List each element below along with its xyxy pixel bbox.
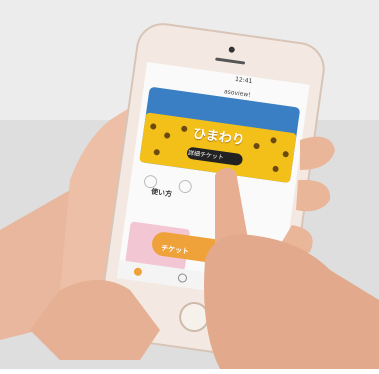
photo-illustration [0, 0, 379, 369]
photo-scene: 12:41 asoview! ひまわり 詳細チケット 使い方 チケット [0, 0, 379, 369]
